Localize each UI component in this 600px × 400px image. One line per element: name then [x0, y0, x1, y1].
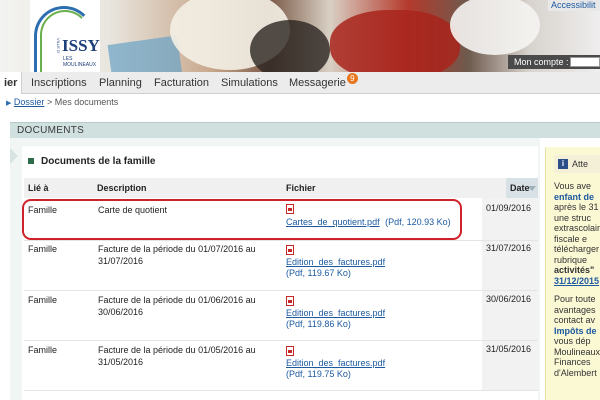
sidebar-line: d'Alembert: [554, 367, 597, 378]
logo-subtitle: LES MOULINEAUX: [63, 56, 97, 68]
cell-lie: Famille: [28, 295, 58, 305]
cell-fichier: Edition_des_factures.pdf (Pdf, 119.86 Ko…: [286, 296, 385, 330]
sidebar-line: 31/12/2015: [554, 275, 600, 286]
cell-date: 30/06/2016: [482, 291, 538, 340]
file-meta: (Pdf, 119.75 Ko): [286, 369, 351, 379]
documents-header: DOCUMENTS: [10, 122, 600, 138]
sidebar-line: activités": [554, 265, 595, 275]
column-header-fichier[interactable]: Fichier: [286, 183, 316, 193]
column-header-description[interactable]: Description: [97, 183, 147, 193]
banner-photo: [107, 35, 183, 72]
tab-planning[interactable]: Planning: [91, 72, 150, 94]
sidebar-line: enfant de: [554, 191, 595, 202]
file-meta: (Pdf, 119.67 Ko): [286, 268, 351, 278]
sidebar-line: Pour toute: [554, 294, 596, 304]
documents-header-title: DOCUMENTS: [17, 125, 85, 136]
sort-arrow-icon[interactable]: [528, 186, 536, 191]
sidebar-line: vous dép: [554, 336, 591, 346]
section-title: Documents de la famille: [28, 156, 155, 167]
sidebar-line: fiscale e: [554, 233, 588, 244]
table-header: Lié à Description Fichier Date: [24, 178, 538, 198]
breadcrumb: ▶ Dossier > Mes documents: [6, 97, 118, 107]
cell-lie: Famille: [28, 345, 58, 355]
sidebar-text: Vous ave enfant de après le 31 une struc…: [554, 181, 600, 386]
section-bullet-icon: [28, 158, 34, 165]
cell-date: 31/05/2016: [482, 341, 538, 390]
sidebar-line: une struc: [554, 212, 592, 223]
file-link[interactable]: Edition_des_factures.pdf: [286, 308, 385, 319]
sidebar-paragraph: Pour toute avantages contact av Impôts d…: [554, 294, 600, 378]
cell-description: Facture de la période du 01/06/2016 au 3…: [98, 295, 256, 317]
sidebar-header: i Atte: [554, 155, 600, 173]
sidebar-line: contact av: [554, 315, 596, 325]
account-label: Mon compte :: [514, 57, 569, 67]
tab-facturation[interactable]: Facturation: [146, 72, 217, 94]
main-nav: ier Inscriptions Planning Facturation Si…: [0, 72, 600, 94]
pdf-icon[interactable]: [286, 346, 294, 356]
sidebar-line: Finances: [554, 357, 591, 367]
logo-prefix: VILLE D': [56, 38, 61, 54]
sidebar-line: Impôts de: [554, 325, 597, 336]
sidebar-paragraph: Vous ave enfant de après le 31 une struc…: [554, 181, 600, 286]
tab-inscriptions[interactable]: Inscriptions: [23, 72, 95, 94]
breadcrumb-dossier-link[interactable]: Dossier: [14, 97, 45, 107]
tab-messagerie[interactable]: Messagerie 9: [281, 72, 366, 94]
accessibility-link[interactable]: Accessibilit: [548, 0, 600, 11]
banner-photo: [330, 10, 460, 72]
section-title-text: Documents de la famille: [41, 156, 156, 167]
column-header-date[interactable]: Date: [506, 178, 538, 198]
sidebar-line: télécharger: [554, 244, 600, 254]
pdf-icon[interactable]: [286, 296, 294, 306]
cell-date: 01/09/2016: [482, 198, 538, 240]
logo-name: ISSY: [62, 36, 100, 55]
info-icon: i: [558, 159, 568, 169]
column-header-lie[interactable]: Lié à: [28, 183, 49, 193]
file-meta: (Pdf, 119.86 Ko): [286, 319, 351, 329]
header-banner: VILLE D' ISSY LES MOULINEAUX Accessibili…: [0, 0, 600, 72]
cell-fichier: Edition_des_factures.pdf (Pdf, 119.75 Ko…: [286, 346, 385, 380]
banner-photo: [450, 0, 540, 55]
tab-simulations[interactable]: Simulations: [213, 72, 286, 94]
cell-fichier: Edition_des_factures.pdf (Pdf, 119.67 Ko…: [286, 245, 385, 279]
unread-count-badge: 9: [346, 73, 358, 84]
cell-lie: Famille: [28, 244, 58, 254]
banner-photo: [250, 20, 330, 72]
info-sidebar: i Atte Vous ave enfant de après le 31 un…: [545, 147, 600, 400]
sidebar-line: après le 31: [554, 202, 599, 212]
city-logo[interactable]: VILLE D' ISSY LES MOULINEAUX: [30, 0, 100, 72]
sidebar-line: Vous ave: [554, 181, 592, 191]
cell-description: Facture de la période du 01/05/2016 au 3…: [98, 345, 256, 367]
sidebar-line: rubrique: [554, 254, 588, 265]
breadcrumb-separator: >: [46, 97, 53, 107]
cell-description: Facture de la période du 01/07/2016 au 3…: [98, 244, 256, 266]
table-row: Famille Facture de la période du 01/05/2…: [24, 341, 538, 391]
tab-dossier[interactable]: ier: [0, 72, 23, 94]
tab-messagerie-label: Messagerie: [289, 77, 346, 89]
sidebar-line: avantages: [554, 304, 596, 315]
file-link[interactable]: Edition_des_factures.pdf: [286, 358, 385, 369]
highlight-annotation: [22, 199, 462, 240]
account-bar: Mon compte :: [508, 55, 600, 69]
cell-date: 31/07/2016: [482, 241, 538, 290]
pdf-icon[interactable]: [286, 245, 294, 255]
account-select[interactable]: [570, 57, 600, 67]
sidebar-line: Moulineaux: [554, 346, 600, 357]
file-link[interactable]: Edition_des_factures.pdf: [286, 257, 385, 268]
table-row: Famille Facture de la période du 01/07/2…: [24, 241, 538, 291]
panel-pointer-icon: [10, 148, 18, 164]
breadcrumb-current: Mes documents: [54, 97, 119, 107]
table-row: Famille Facture de la période du 01/06/2…: [24, 291, 538, 341]
breadcrumb-arrow-icon: ▶: [6, 100, 12, 107]
column-header-date-label: Date: [510, 183, 530, 193]
sidebar-line: extrascolair: [554, 223, 600, 233]
sidebar-title: Atte: [572, 159, 589, 169]
